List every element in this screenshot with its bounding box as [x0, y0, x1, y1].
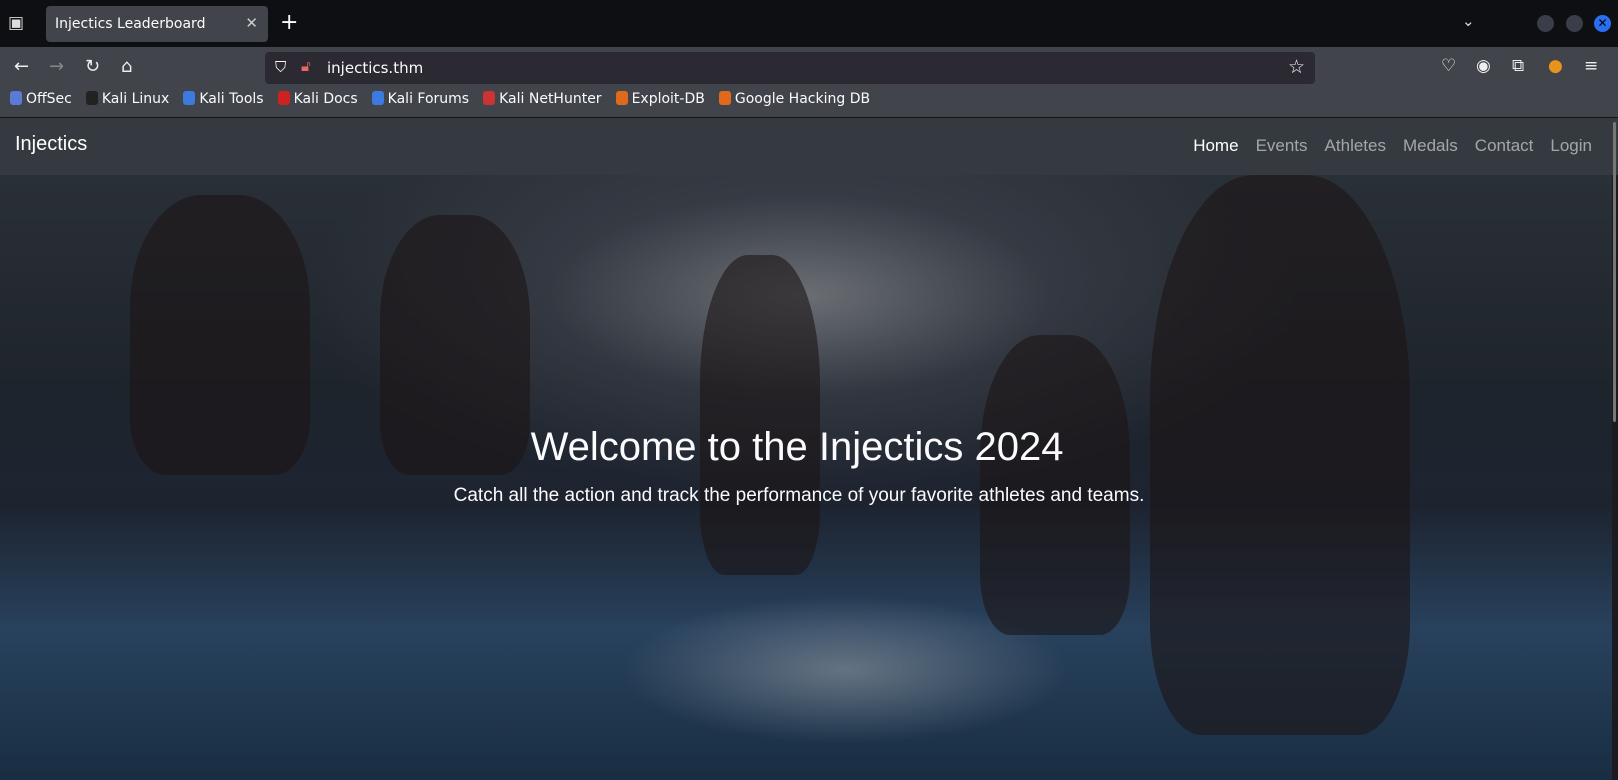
- nav-events[interactable]: Events: [1256, 136, 1308, 156]
- site-nav-links: Home Events Athletes Medals Contact Logi…: [1193, 136, 1592, 156]
- tab-title: Injectics Leaderboard: [55, 16, 206, 32]
- bookmark-label: OffSec: [26, 91, 72, 107]
- account-icon[interactable]: ◉: [1476, 56, 1491, 76]
- bookmark-offsec[interactable]: OffSec: [10, 91, 72, 107]
- url-text[interactable]: injectics.thm: [327, 59, 423, 77]
- scrollbar[interactable]: [1613, 122, 1616, 422]
- back-icon[interactable]: ←: [14, 56, 29, 77]
- bookmark-label: Exploit-DB: [631, 91, 705, 107]
- site-brand[interactable]: Injectics: [15, 133, 87, 156]
- forward-icon[interactable]: →: [49, 56, 64, 77]
- tab-bar: ▣ Injectics Leaderboard ✕ + ⌄ ✕: [0, 0, 1618, 47]
- bookmark-label: Kali Linux: [101, 91, 170, 107]
- chevron-down-icon[interactable]: ⌄: [1462, 12, 1475, 30]
- bookmark-star-icon[interactable]: ☆: [1288, 56, 1305, 78]
- shield-icon[interactable]: ⛉: [275, 58, 286, 76]
- nav-home[interactable]: Home: [1193, 136, 1238, 156]
- bookmark-kali-tools[interactable]: Kali Tools: [183, 91, 264, 107]
- bookmark-exploit-db[interactable]: Exploit-DB: [615, 91, 705, 107]
- bookmark-favicon-icon: [483, 91, 496, 105]
- bookmark-label: Kali Tools: [199, 91, 264, 107]
- bookmark-kali-nethunter[interactable]: Kali NetHunter: [483, 91, 602, 107]
- bookmark-favicon-icon: [183, 91, 196, 105]
- bookmark-google-hacking-db[interactable]: Google Hacking DB: [718, 91, 871, 107]
- nav-toolbar: ← → ↻ ⌂ ⛉ 🔓︎ injectics.thm ☆ ♡ ◉ ⧉ ● ≡ O…: [0, 47, 1618, 118]
- hero-subtitle: Catch all the action and track the perfo…: [453, 485, 1145, 506]
- nav-athletes[interactable]: Athletes: [1325, 136, 1386, 156]
- tab-list-icon[interactable]: ▣: [8, 13, 30, 33]
- bookmark-favicon-icon: [277, 91, 290, 105]
- close-tab-icon[interactable]: ✕: [245, 14, 258, 32]
- url-bar[interactable]: ⛉ 🔓︎ injectics.thm ☆: [265, 52, 1315, 84]
- tab-injectics[interactable]: Injectics Leaderboard ✕: [46, 6, 268, 42]
- hero-banner: Welcome to the Injectics 2024 Catch all …: [0, 175, 1612, 780]
- menu-icon[interactable]: ≡: [1584, 56, 1598, 76]
- hero-title: Welcome to the Injectics 2024: [530, 425, 1064, 469]
- minimize-button[interactable]: [1537, 15, 1554, 32]
- bookmark-favicon-icon: [371, 91, 384, 105]
- new-tab-button[interactable]: +: [280, 10, 298, 35]
- hero-overlay: [0, 175, 1612, 780]
- bookmark-label: Kali Forums: [387, 91, 470, 107]
- bookmark-label: Kali Docs: [293, 91, 358, 107]
- bookmark-favicon-icon: [615, 91, 628, 105]
- bookmark-kali-linux[interactable]: Kali Linux: [85, 91, 170, 107]
- pocket-icon[interactable]: ♡: [1441, 56, 1456, 76]
- extension-icon[interactable]: ●: [1548, 56, 1563, 76]
- bookmark-favicon-icon: [718, 91, 731, 105]
- site-navbar: Injectics Home Events Athletes Medals Co…: [0, 118, 1618, 175]
- bookmarks-bar: OffSec Kali Linux Kali Tools Kali Docs Kali …: [10, 91, 870, 107]
- bookmark-favicon-icon: [85, 91, 98, 105]
- reload-icon[interactable]: ↻: [85, 56, 100, 77]
- close-window-button[interactable]: ✕: [1594, 15, 1611, 32]
- maximize-button[interactable]: [1566, 15, 1583, 32]
- bookmark-favicon-icon: [10, 91, 22, 105]
- bookmark-kali-forums[interactable]: Kali Forums: [371, 91, 470, 107]
- insecure-lock-icon[interactable]: 🔓︎: [301, 57, 311, 75]
- nav-login[interactable]: Login: [1550, 136, 1592, 156]
- bookmark-label: Google Hacking DB: [734, 91, 871, 107]
- bookmark-kali-docs[interactable]: Kali Docs: [277, 91, 358, 107]
- nav-medals[interactable]: Medals: [1403, 136, 1458, 156]
- extensions-icon[interactable]: ⧉: [1512, 56, 1524, 76]
- bookmark-label: Kali NetHunter: [499, 91, 602, 107]
- nav-contact[interactable]: Contact: [1475, 136, 1534, 156]
- home-icon[interactable]: ⌂: [121, 56, 132, 77]
